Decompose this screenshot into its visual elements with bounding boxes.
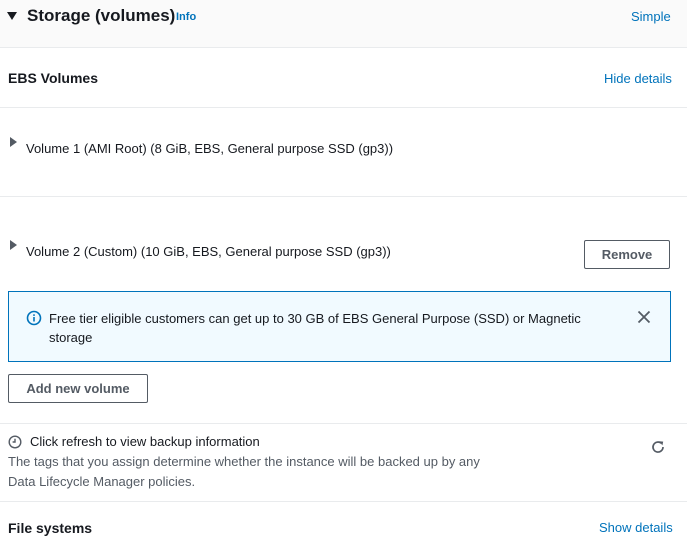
alert-message: Free tier eligible customers can get up … (49, 311, 581, 345)
backup-description: The tags that you assign determine wheth… (8, 454, 480, 489)
info-link[interactable]: Info (176, 11, 196, 23)
show-details-link[interactable]: Show details (599, 520, 673, 535)
refresh-icon[interactable] (650, 439, 666, 455)
divider (0, 501, 687, 502)
clock-icon (8, 435, 22, 449)
close-icon[interactable] (637, 310, 651, 324)
expand-volume-2-icon[interactable] (10, 240, 17, 250)
remove-volume-button[interactable]: Remove (584, 240, 670, 269)
expand-volume-1-icon[interactable] (10, 137, 17, 147)
divider (0, 107, 687, 108)
file-systems-title: File systems (8, 520, 93, 536)
caret-down-icon[interactable] (7, 12, 17, 20)
section-title: Storage (volumes) (27, 6, 176, 25)
info-circle-icon (26, 310, 42, 326)
hide-details-link[interactable]: Hide details (604, 71, 672, 86)
simple-mode-link[interactable]: Simple (631, 9, 671, 24)
divider (0, 423, 687, 424)
ebs-volumes-title: EBS Volumes (8, 70, 98, 86)
volume-1-label[interactable]: Volume 1 (AMI Root) (8 GiB, EBS, General… (26, 141, 393, 156)
volume-2-label[interactable]: Volume 2 (Custom) (10 GiB, EBS, General … (26, 244, 391, 259)
add-new-volume-button[interactable]: Add new volume (8, 374, 148, 403)
divider (0, 196, 687, 197)
backup-info-title: Click refresh to view backup information (30, 434, 260, 449)
free-tier-alert: Free tier eligible customers can get up … (8, 291, 671, 362)
